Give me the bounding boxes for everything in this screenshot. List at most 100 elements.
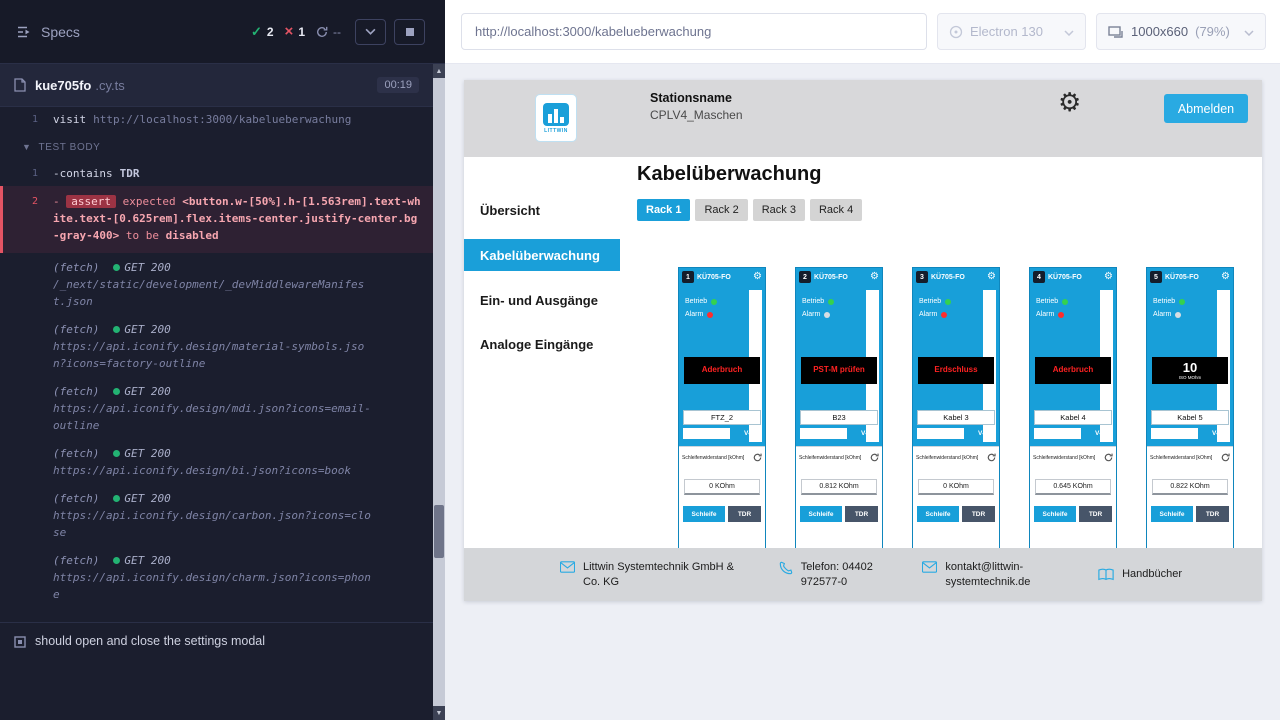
fetch-log-row[interactable]: (fetch) GET 200 https://api.iconify.desi… bbox=[0, 546, 433, 608]
schleife-button[interactable]: Schleife bbox=[683, 506, 725, 522]
card-gear-icon[interactable]: ⚙ bbox=[870, 272, 879, 282]
betrieb-label: Betrieb bbox=[1153, 298, 1175, 305]
logout-button[interactable]: Abmelden bbox=[1164, 94, 1248, 123]
fetch-label: (fetch) bbox=[53, 490, 99, 507]
card-gear-icon[interactable]: ⚙ bbox=[1104, 272, 1113, 282]
littwin-logo: LITTWIN bbox=[535, 94, 577, 142]
resistance-panel: Schleifenwiderstand [kOhm] 0 KOhm Schlei… bbox=[913, 446, 999, 548]
status-dot-icon bbox=[113, 388, 120, 395]
rack-tabs: Rack 1 Rack 2 Rack 3 Rack 4 bbox=[637, 199, 1262, 221]
alarm-label: Alarm bbox=[919, 311, 937, 318]
card-header: 2 KÜ705-FO ⚙ bbox=[796, 268, 882, 283]
sidebar-item-kabelueberwachung[interactable]: Kabelüberwachung bbox=[464, 239, 620, 271]
sidebar-item-ein-und-ausgaenge[interactable]: Ein- und Ausgänge bbox=[464, 285, 620, 315]
version-row: V4.19 bbox=[679, 428, 765, 439]
next-test-row[interactable]: should open and close the settings modal bbox=[0, 622, 433, 660]
betrieb-label: Betrieb bbox=[919, 298, 941, 305]
fetch-label: (fetch) bbox=[53, 552, 99, 569]
browser-select[interactable]: Electron 130 bbox=[937, 13, 1086, 50]
stop-run-button[interactable] bbox=[394, 19, 425, 45]
scroll-down-icon[interactable]: ▼ bbox=[433, 706, 445, 720]
reporter-topbar: Specs ✓2 ×1 -- bbox=[0, 0, 445, 64]
card-model: KÜ705-FO bbox=[697, 274, 731, 281]
scroll-up-icon[interactable]: ▲ bbox=[433, 64, 445, 78]
fetch-log-row[interactable]: (fetch) GET 200 /_next/static/developmen… bbox=[0, 253, 433, 315]
card-gear-icon[interactable]: ⚙ bbox=[987, 272, 996, 282]
test-body-section[interactable]: ▼ TEST BODY bbox=[0, 130, 433, 163]
command-visit[interactable]: 1 visit http://localhost:3000/kabelueber… bbox=[0, 109, 433, 130]
alarm-led bbox=[707, 312, 713, 318]
card-gear-icon[interactable]: ⚙ bbox=[1221, 272, 1230, 282]
refresh-icon[interactable] bbox=[1104, 453, 1113, 462]
cable-name-field[interactable]: Kabel 4 bbox=[1034, 410, 1112, 425]
page-title: Kabelüberwachung bbox=[637, 163, 1262, 185]
card-number: 1 bbox=[682, 271, 694, 283]
url-input[interactable] bbox=[461, 13, 927, 50]
scrollbar-thumb[interactable] bbox=[434, 505, 444, 558]
littwin-logo-icon bbox=[543, 103, 569, 126]
refresh-icon[interactable] bbox=[870, 453, 879, 462]
card-header: 5 KÜ705-FO ⚙ bbox=[1147, 268, 1233, 283]
failed-assert-command[interactable]: 2 - assert expected <button.w-[50%].h-[1… bbox=[0, 186, 433, 253]
alarm-label: Alarm bbox=[802, 311, 820, 318]
fetch-line: (fetch) GET 200 bbox=[53, 383, 423, 400]
tab-rack-1[interactable]: Rack 1 bbox=[637, 199, 690, 221]
tab-rack-2[interactable]: Rack 2 bbox=[695, 199, 747, 221]
aut-toolbar: Electron 130 1000x660 (79%) bbox=[445, 0, 1280, 64]
schleife-button[interactable]: Schleife bbox=[1151, 506, 1193, 522]
refresh-icon[interactable] bbox=[1221, 453, 1230, 462]
status-value: 10 bbox=[1183, 361, 1197, 375]
status-dot-icon bbox=[113, 450, 120, 457]
tdr-button[interactable]: TDR bbox=[728, 506, 761, 522]
settings-gear-icon[interactable]: ⚙ bbox=[1058, 90, 1081, 116]
fetch-log-row[interactable]: (fetch) GET 200 https://api.iconify.desi… bbox=[0, 484, 433, 546]
betrieb-led bbox=[1062, 299, 1068, 305]
tdr-button[interactable]: TDR bbox=[962, 506, 995, 522]
app-sidebar: Übersicht Kabelüberwachung Ein- und Ausg… bbox=[464, 157, 620, 548]
logo-text: LITTWIN bbox=[544, 128, 568, 134]
spec-header: kue705fo .cy.ts 00:19 bbox=[0, 64, 433, 107]
cable-name-field[interactable]: Kabel 3 bbox=[917, 410, 995, 425]
sidebar-item-uebersicht[interactable]: Übersicht bbox=[464, 195, 620, 225]
collapse-all-button[interactable] bbox=[355, 19, 386, 45]
resistance-label: Schleifenwiderstand [kOhm] bbox=[916, 455, 978, 461]
resistance-panel: Schleifenwiderstand [kOhm] 0.812 KOhm Sc… bbox=[796, 446, 882, 548]
resistance-label: Schleifenwiderstand [kOhm] bbox=[1150, 455, 1212, 461]
tdr-button[interactable]: TDR bbox=[1196, 506, 1229, 522]
version-label: V4.19 bbox=[861, 430, 878, 437]
schleife-button[interactable]: Schleife bbox=[917, 506, 959, 522]
card-model: KÜ705-FO bbox=[931, 274, 965, 281]
tdr-button[interactable]: TDR bbox=[1079, 506, 1112, 522]
betrieb-led bbox=[711, 299, 717, 305]
viewport-select[interactable]: 1000x660 (79%) bbox=[1096, 13, 1266, 50]
sidebar-item-analoge-eingaenge[interactable]: Analoge Eingänge bbox=[464, 329, 620, 359]
check-icon: ✓ bbox=[251, 24, 262, 40]
tab-rack-4[interactable]: Rack 4 bbox=[810, 199, 862, 221]
refresh-icon[interactable] bbox=[753, 453, 762, 462]
command-contains[interactable]: 1 -contains TDR bbox=[0, 163, 433, 184]
footer-manuals-link[interactable]: Handbücher bbox=[1098, 567, 1182, 582]
version-label: V4.19 bbox=[1095, 430, 1112, 437]
reporter-scrollbar[interactable]: ▲ ▼ bbox=[433, 64, 445, 720]
cable-name-field[interactable]: Kabel 5 bbox=[1151, 410, 1229, 425]
card-header: 4 KÜ705-FO ⚙ bbox=[1030, 268, 1116, 283]
test-body-label: TEST BODY bbox=[39, 139, 101, 156]
fetch-log-row[interactable]: (fetch) GET 200 https://api.iconify.desi… bbox=[0, 377, 433, 439]
schleife-button[interactable]: Schleife bbox=[800, 506, 842, 522]
schleife-button[interactable]: Schleife bbox=[1034, 506, 1076, 522]
refresh-icon[interactable] bbox=[987, 453, 996, 462]
cable-name-field[interactable]: FTZ_2 bbox=[683, 410, 761, 425]
card-number: 5 bbox=[1150, 271, 1162, 283]
x-icon: × bbox=[285, 24, 294, 39]
fetch-log-row[interactable]: (fetch) GET 200 https://api.iconify.desi… bbox=[0, 315, 433, 377]
card-gear-icon[interactable]: ⚙ bbox=[753, 272, 762, 282]
tab-rack-3[interactable]: Rack 3 bbox=[753, 199, 805, 221]
cable-name-field[interactable]: B23 bbox=[800, 410, 878, 425]
fetch-line: (fetch) GET 200 bbox=[53, 445, 423, 462]
betrieb-label: Betrieb bbox=[1036, 298, 1058, 305]
alarm-label: Alarm bbox=[1153, 311, 1171, 318]
specs-button[interactable]: Specs bbox=[16, 24, 80, 40]
fetch-log-row[interactable]: (fetch) GET 200 https://api.iconify.desi… bbox=[0, 439, 433, 484]
tdr-button[interactable]: TDR bbox=[845, 506, 878, 522]
version-row: V4.19 bbox=[1147, 428, 1233, 439]
